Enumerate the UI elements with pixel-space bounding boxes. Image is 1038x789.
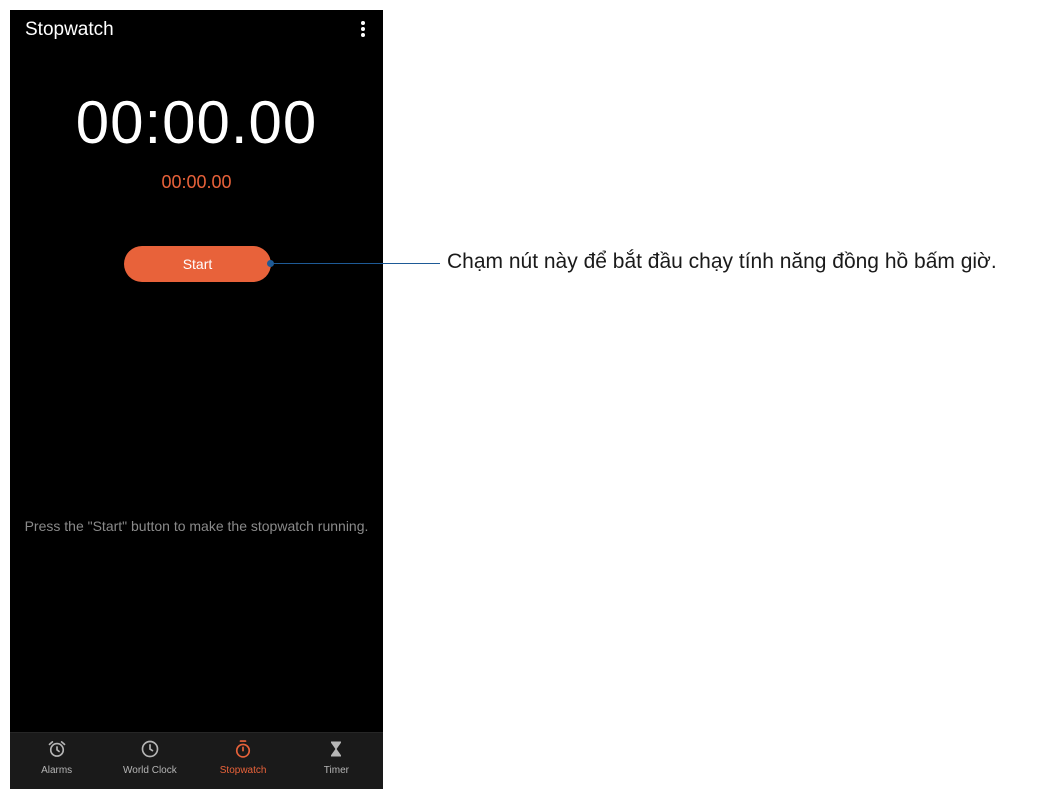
stopwatch-icon xyxy=(236,740,251,758)
lap-time: 00:00.00 xyxy=(161,172,232,192)
tab-timer[interactable]: Timer xyxy=(290,733,383,789)
hint-text: Press the "Start" button to make the sto… xyxy=(24,518,369,534)
more-options-button[interactable] xyxy=(351,16,375,42)
callout-line xyxy=(270,263,440,264)
more-vert-icon-dot xyxy=(361,33,365,37)
elapsed-time: 00:00.00 xyxy=(75,89,318,156)
hourglass-icon xyxy=(331,741,342,757)
bottom-navigation: Alarms World Clock Stopwatch Timer xyxy=(10,732,383,789)
tab-timer-label: Timer xyxy=(323,765,349,776)
more-vert-icon-dot xyxy=(361,27,365,31)
tab-world-clock-label: World Clock xyxy=(123,765,177,776)
tab-alarms[interactable]: Alarms xyxy=(10,733,103,789)
more-vert-icon xyxy=(361,21,365,25)
tab-world-clock[interactable]: World Clock xyxy=(103,733,196,789)
tab-stopwatch-label: Stopwatch xyxy=(219,765,267,776)
callout-pointer-dot xyxy=(267,260,274,267)
callout-annotation: Chạm nút này để bắt đầu chạy tính năng đ… xyxy=(447,250,997,273)
page-title: Stopwatch xyxy=(25,19,114,40)
tab-alarms-label: Alarms xyxy=(41,765,73,776)
start-button[interactable]: Start xyxy=(124,246,271,282)
phone-screen: Stopwatch 00:00.00 00:00.00 Start Press … xyxy=(10,10,383,789)
clock-icon xyxy=(141,740,159,758)
alarm-clock-icon xyxy=(48,741,65,757)
tab-stopwatch[interactable]: Stopwatch xyxy=(197,733,290,789)
